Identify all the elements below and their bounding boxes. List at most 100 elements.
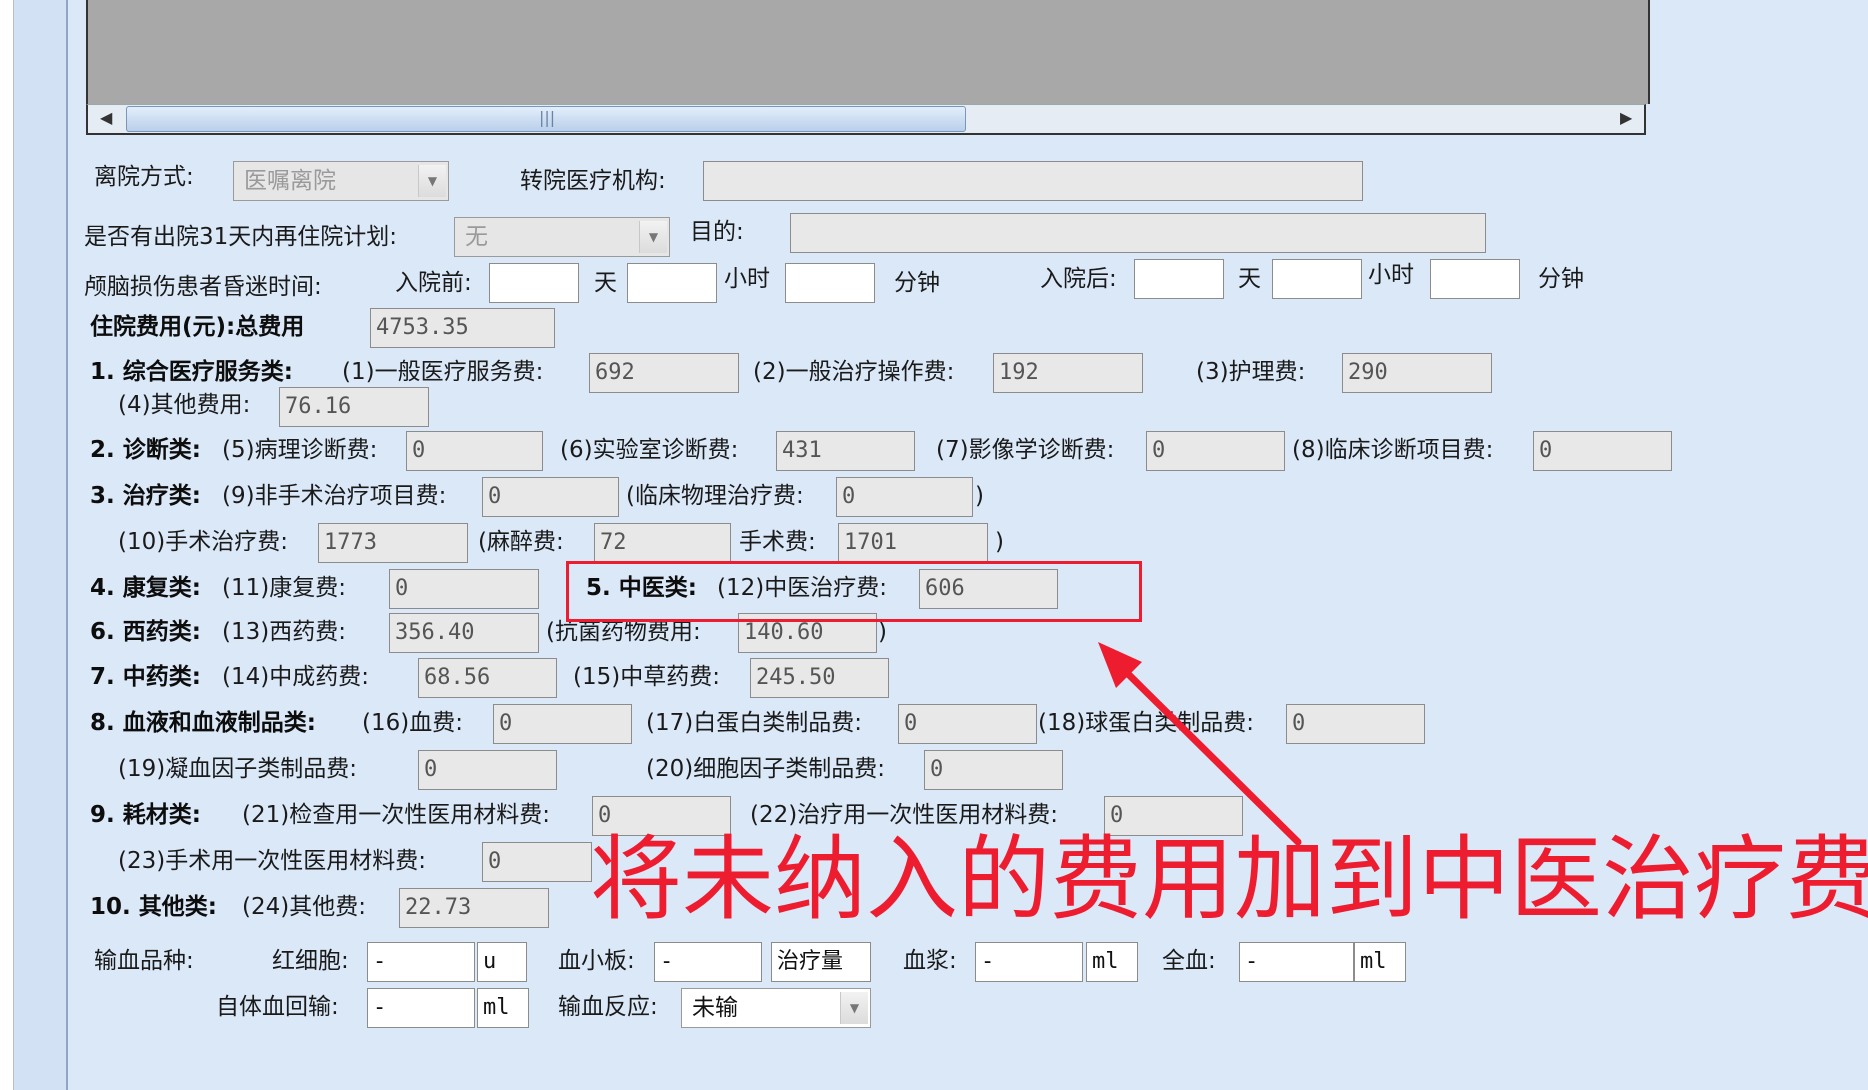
western-med-fee-label: (13)西药费:	[222, 619, 346, 645]
physio-fee-field[interactable]: 0	[836, 477, 973, 517]
herbal-medicine-fee-label: (15)中草药费:	[573, 664, 720, 690]
whole-blood-field[interactable]: -	[1239, 942, 1354, 982]
imaging-fee-label: (7)影像学诊断费:	[936, 437, 1115, 463]
exam-material-fee-label: (21)检查用一次性医用材料费:	[242, 802, 550, 828]
leave-mode-label: 离院方式:	[94, 164, 194, 190]
patent-medicine-fee-field[interactable]: 68.56	[418, 658, 557, 698]
coagulation-factor-fee-label: (19)凝血因子类制品费:	[118, 756, 357, 782]
operation-fee-field[interactable]: 1701	[838, 523, 988, 563]
form-page: ◀ ||| ▶ 离院方式: 医嘱离院 ▼ 转院医疗机构: 是否有出院31天内再住…	[0, 0, 1868, 1090]
globulin-fee-field[interactable]: 0	[1286, 704, 1425, 744]
leave-mode-select[interactable]: 医嘱离院 ▼	[233, 161, 449, 201]
rehab-fee-field[interactable]: 0	[389, 569, 539, 609]
general-operation-fee-field[interactable]: 192	[993, 353, 1143, 393]
annotation-text: 将未纳入的费用加到中医治疗费里	[590, 826, 1868, 933]
autologous-label: 自体血回输:	[216, 994, 339, 1020]
purpose-field[interactable]	[790, 213, 1486, 253]
after-days-field[interactable]	[1134, 259, 1224, 299]
after-minutes-field[interactable]	[1430, 259, 1520, 299]
platelet-field[interactable]: -	[654, 942, 762, 982]
scroll-thumb[interactable]: |||	[126, 106, 966, 132]
globulin-fee-label: (18)球蛋白类制品费:	[1038, 710, 1254, 736]
scroll-right-arrow-icon[interactable]: ▶	[1620, 108, 1632, 127]
rehab-fee-label: (11)康复费:	[222, 575, 346, 601]
transfusion-reaction-label: 输血反应:	[558, 994, 658, 1020]
pathology-fee-field[interactable]: 0	[406, 431, 543, 471]
other-fee-field[interactable]: 22.73	[399, 888, 549, 928]
before-days-field[interactable]	[489, 263, 579, 303]
imaging-fee-field[interactable]: 0	[1146, 431, 1285, 471]
other-expense-field[interactable]: 76.16	[279, 387, 429, 427]
transfer-org-field[interactable]	[703, 161, 1363, 201]
category-9-label: 9. 耗材类:	[90, 802, 201, 828]
cytokine-fee-label: (20)细胞因子类制品费:	[646, 756, 885, 782]
annotation-highlight-box	[566, 561, 1142, 622]
plasma-label: 血浆:	[903, 948, 957, 974]
whole-blood-label: 全血:	[1162, 948, 1216, 974]
transfusion-reaction-value: 未输	[692, 995, 738, 1021]
left-border	[0, 0, 14, 1090]
cytokine-fee-field[interactable]: 0	[924, 750, 1063, 790]
physio-fee-label: (临床物理治疗费:	[626, 483, 804, 509]
chevron-down-icon[interactable]: ▼	[639, 221, 667, 253]
before-hours-field[interactable]	[627, 263, 717, 303]
general-service-fee-label: (1)一般医疗服务费:	[342, 359, 544, 385]
after-admission-label: 入院后:	[1040, 266, 1117, 292]
nursing-fee-label: (3)护理费:	[1196, 359, 1306, 385]
anesthesia-fee-field[interactable]: 72	[594, 523, 731, 563]
data-grid	[86, 0, 1650, 104]
plasma-unit: ml	[1086, 942, 1138, 982]
coagulation-factor-fee-field[interactable]: 0	[418, 750, 557, 790]
total-cost-field[interactable]: 4753.35	[370, 308, 555, 348]
category-10-label: 10. 其他类:	[90, 894, 217, 920]
autologous-unit: ml	[477, 988, 529, 1028]
readmit-plan-value: 无	[465, 224, 488, 250]
unit-day-label: 天	[594, 270, 617, 296]
transfusion-reaction-select[interactable]: 未输 ▼	[681, 988, 871, 1028]
readmit-plan-select[interactable]: 无 ▼	[454, 217, 670, 257]
platelet-unit: 治疗量	[771, 942, 871, 982]
surgery-material-fee-field[interactable]: 0	[482, 842, 592, 882]
horizontal-scrollbar[interactable]: ◀ ||| ▶	[86, 104, 1646, 135]
other-expense-label: (4)其他费用:	[118, 392, 251, 418]
before-admission-label: 入院前:	[395, 270, 472, 296]
autologous-field[interactable]: -	[367, 988, 475, 1028]
surgery-treatment-fee-field[interactable]: 1773	[318, 523, 468, 563]
rbc-unit: u	[477, 942, 527, 982]
before-minutes-field[interactable]	[785, 263, 875, 303]
albumin-fee-field[interactable]: 0	[898, 704, 1037, 744]
scroll-left-arrow-icon[interactable]: ◀	[100, 108, 112, 127]
clinical-diagnosis-fee-field[interactable]: 0	[1533, 431, 1672, 471]
blood-fee-label: (16)血费:	[362, 710, 463, 736]
clinical-diagnosis-fee-label: (8)临床诊断项目费:	[1292, 437, 1494, 463]
category-3-label: 3. 治疗类:	[90, 483, 201, 509]
general-service-fee-field[interactable]: 692	[589, 353, 739, 393]
purpose-label: 目的:	[690, 219, 744, 245]
rbc-field[interactable]: -	[367, 942, 475, 982]
operation-fee-label: 手术费:	[739, 529, 816, 555]
herbal-medicine-fee-field[interactable]: 245.50	[750, 658, 889, 698]
unit-hour-label: 小时	[724, 266, 770, 292]
non-surgical-fee-label: (9)非手术治疗项目费:	[222, 483, 447, 509]
western-med-fee-field[interactable]: 356.40	[389, 613, 539, 653]
transfusion-type-label: 输血品种:	[94, 948, 194, 974]
category-1-label: 1. 综合医疗服务类:	[90, 359, 293, 385]
category-2-label: 2. 诊断类:	[90, 437, 201, 463]
after-hours-field[interactable]	[1272, 259, 1362, 299]
close-paren-label: )	[975, 483, 984, 509]
chevron-down-icon[interactable]: ▼	[418, 165, 446, 197]
surgery-material-fee-label: (23)手术用一次性医用材料费:	[118, 848, 426, 874]
non-surgical-fee-field[interactable]: 0	[482, 477, 619, 517]
chevron-down-icon[interactable]: ▼	[840, 992, 868, 1024]
albumin-fee-label: (17)白蛋白类制品费:	[646, 710, 862, 736]
category-4-label: 4. 康复类:	[90, 575, 201, 601]
lab-diagnosis-fee-field[interactable]: 431	[776, 431, 915, 471]
unit-day-label: 天	[1238, 266, 1261, 292]
nursing-fee-field[interactable]: 290	[1342, 353, 1492, 393]
total-cost-label: 住院费用(元):总费用	[90, 314, 305, 340]
plasma-field[interactable]: -	[975, 942, 1083, 982]
anesthesia-fee-label: (麻醉费:	[478, 529, 564, 555]
grip-icon: |||	[539, 108, 556, 127]
patent-medicine-fee-label: (14)中成药费:	[222, 664, 369, 690]
blood-fee-field[interactable]: 0	[493, 704, 632, 744]
